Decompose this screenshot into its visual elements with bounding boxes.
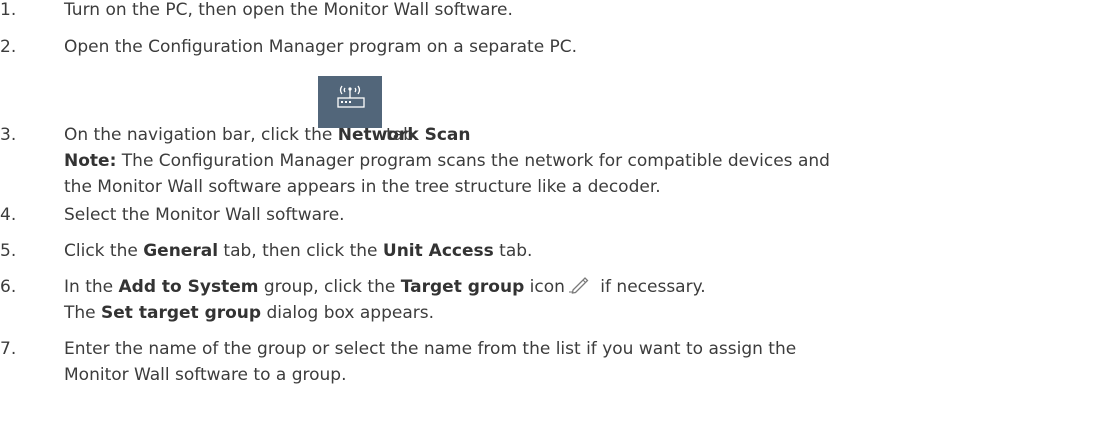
step-number: 2. [0,37,17,57]
step-number: 5. [0,241,17,261]
step-text: Enter the name of the group or select th… [64,339,797,359]
step-3-note: Note: The Configuration Manager program … [64,151,830,171]
pencil-icon [568,277,589,294]
set-target-group-label: Set target group [101,303,262,323]
step-number: 1. [0,0,17,20]
step-text-suffix: tab. [386,125,420,145]
instruction-list: 1. Turn on the PC, then open the Monitor… [0,0,1106,448]
step-7-line2: Monitor Wall software to a group. [64,365,347,385]
add-to-system-label: Add to System [118,277,259,297]
step-text: Turn on the PC, then open the Monitor Wa… [64,0,513,20]
step-3-tail: tab. [386,122,486,148]
step-text: Click the General tab, then click the Un… [64,241,533,261]
step-3-note-line2: the Monitor Wall software appears in the… [64,177,661,197]
unit-access-tab-label: Unit Access [382,241,494,261]
network-scan-icon [318,76,382,128]
step-text: In the Add to System group, click the Ta… [64,274,706,300]
step-text: Select the Monitor Wall software. [64,205,345,225]
note-label: Note: [64,151,117,171]
general-tab-label: General [143,241,219,261]
step-text: Open the Configuration Manager program o… [64,37,578,57]
step-number: 4. [0,205,17,225]
step-number: 7. [0,339,17,359]
step-number: 6. [0,277,17,297]
target-group-label: Target group [400,277,525,297]
step-6-line2: The Set target group dialog box appears. [64,303,435,323]
step-number: 3. [0,125,17,145]
